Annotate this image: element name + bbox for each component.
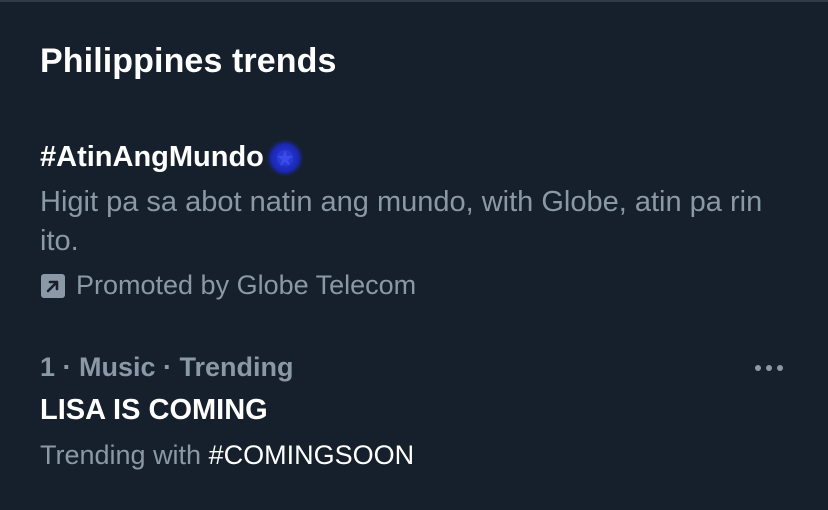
trend-name[interactable]: LISA IS COMING <box>40 394 268 427</box>
promoted-hashtag-row: #AtinAngMundo <box>40 136 306 178</box>
panel-title: Philippines trends <box>40 42 337 80</box>
promoted-by-label: Promoted by Globe Telecom <box>76 270 417 300</box>
promoted-by-row: Promoted by Globe Telecom <box>40 270 416 301</box>
top-divider <box>0 0 828 2</box>
promoted-description: Higit pa sa abot natin ang mundo, with G… <box>40 186 763 257</box>
promoted-arrow-icon <box>40 273 66 299</box>
trend-meta: 1 · Music · Trending <box>40 352 294 382</box>
trend-context: Trending with #COMINGSOON <box>40 440 414 471</box>
promoted-hashtag[interactable]: #AtinAngMundo <box>40 141 264 174</box>
more-options-button[interactable] <box>748 350 792 386</box>
more-options-icon <box>748 365 792 390</box>
globe-emoji-icon <box>264 137 306 179</box>
trend-context-prefix: Trending with <box>40 440 209 470</box>
promoted-trend-item[interactable]: #AtinAngMundo Higit pa sa abot natin ang… <box>0 128 828 312</box>
trend-context-hashtag[interactable]: #COMINGSOON <box>209 440 415 470</box>
trend-item[interactable]: 1 · Music · Trending LISA IS COMING Tren… <box>0 344 828 484</box>
